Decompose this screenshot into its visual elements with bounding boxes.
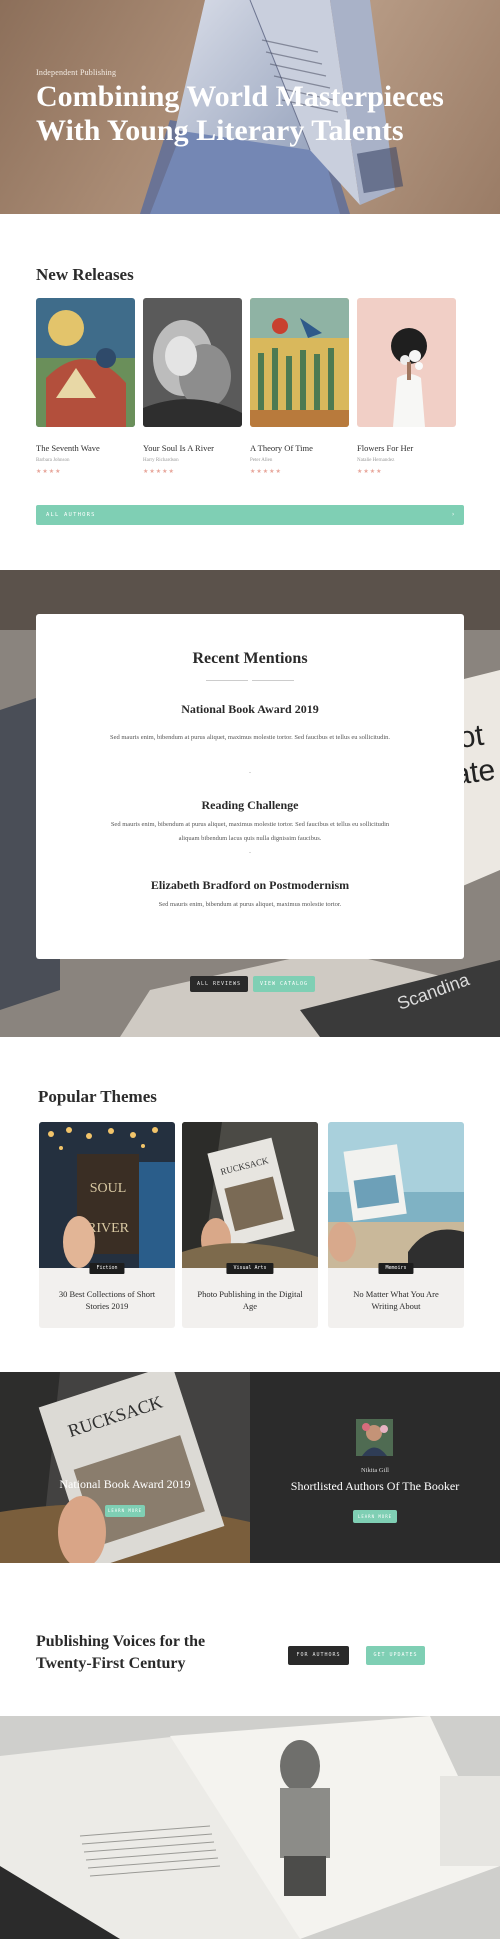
- category-tag[interactable]: Memoirs: [378, 1263, 414, 1274]
- title-divider: [206, 677, 294, 684]
- award-banner: RUCKSACK: [0, 1372, 250, 1563]
- reviewer-name: Nikita Gill: [361, 1467, 389, 1474]
- for-authors-button[interactable]: FOR AUTHORS: [288, 1646, 349, 1665]
- theme-title[interactable]: 30 Best Collections of Short Stories 201…: [51, 1288, 163, 1312]
- category-tag[interactable]: Visual Arts: [226, 1263, 274, 1274]
- all-authors-button[interactable]: ALL AUTHORS ›: [36, 505, 464, 525]
- rating-stars: ★★★★: [357, 469, 383, 475]
- book-title[interactable]: The Seventh Wave: [36, 443, 100, 453]
- theme-title[interactable]: Photo Publishing in the Digital Age: [194, 1288, 306, 1312]
- rating-stars: ★★★★★: [143, 469, 175, 475]
- book-author: Peter Allen: [250, 458, 273, 463]
- mention-heading[interactable]: Elizabeth Bradford on Postmodernism: [36, 878, 464, 893]
- book-author: Barbara Johnson: [36, 458, 70, 463]
- theme-card[interactable]: SOUL RIVER Fiction 30 Best Collections o…: [39, 1122, 175, 1328]
- theme-image[interactable]: [328, 1122, 464, 1268]
- cta-title: Publishing Voices for the Twenty-First C…: [36, 1633, 206, 1672]
- rating-stars: ★★★★★: [250, 469, 282, 475]
- book-cover-image[interactable]: [36, 298, 135, 427]
- all-authors-label: ALL AUTHORS: [46, 512, 96, 518]
- new-releases-title: New Releases: [36, 265, 134, 284]
- mention-heading[interactable]: National Book Award 2019: [36, 702, 464, 717]
- avatar: [356, 1419, 393, 1456]
- book-card[interactable]: Your Soul Is A River Harry Richardson ★★…: [143, 298, 242, 475]
- mentions-title: Recent Mentions: [192, 650, 308, 667]
- theme-title[interactable]: No Matter What You Are Writing About: [340, 1288, 452, 1312]
- book-author: Harry Richardson: [143, 458, 179, 463]
- chevron-right-icon: ›: [451, 511, 456, 518]
- hero-title: Combining World Masterpieces With Young …: [36, 80, 444, 147]
- shortlist-title: Shortlisted Authors Of The Booker: [290, 1479, 460, 1493]
- theme-image[interactable]: RUCKSACK: [182, 1122, 318, 1268]
- mention-text: Sed mauris enim, bibendum at purus aliqu…: [110, 734, 390, 741]
- learn-more-button[interactable]: LEARN MORE: [353, 1510, 397, 1523]
- rucksack-book-photo: RUCKSACK: [0, 1372, 250, 1563]
- book-title[interactable]: A Theory Of Time: [250, 443, 313, 453]
- book-card[interactable]: A Theory Of Time Peter Allen ★★★★★: [250, 298, 349, 475]
- hero-eyebrow: Independent Publishing: [36, 68, 117, 77]
- view-catalog-button[interactable]: VIEW CATALOG: [253, 976, 315, 992]
- book-card[interactable]: The Seventh Wave Barbara Johnson ★★★★: [36, 298, 135, 475]
- rating-stars: ★★★★: [36, 469, 62, 475]
- book-cover-image[interactable]: [357, 298, 456, 427]
- magazine-photo: [0, 1716, 500, 1939]
- award-title: National Book Award 2019: [59, 1477, 191, 1491]
- hero-banner: Independent Publishing Combining World M…: [0, 0, 500, 214]
- mention-text: Sed mauris enim, bibendum at purus aliqu…: [158, 901, 342, 908]
- all-reviews-button[interactable]: ALL REVIEWS: [190, 976, 248, 992]
- popular-themes-title: Popular Themes: [38, 1087, 157, 1106]
- book-cover-image[interactable]: [143, 298, 242, 427]
- cover-word: SOUL: [90, 1181, 127, 1196]
- separator: -: [249, 850, 251, 856]
- theme-card[interactable]: Memoirs No Matter What You Are Writing A…: [328, 1122, 464, 1328]
- category-tag[interactable]: Fiction: [89, 1263, 125, 1274]
- book-card[interactable]: Flowers For Her Natalie Hernandez ★★★★: [357, 298, 456, 475]
- mention-heading[interactable]: Reading Challenge: [36, 798, 464, 813]
- book-title[interactable]: Flowers For Her: [357, 443, 413, 453]
- book-author: Natalie Hernandez: [357, 458, 395, 463]
- learn-more-button[interactable]: LEARN MORE: [105, 1505, 145, 1517]
- book-cover-image[interactable]: [250, 298, 349, 427]
- book-title[interactable]: Your Soul Is A River: [143, 443, 214, 453]
- theme-image[interactable]: SOUL RIVER: [39, 1122, 175, 1268]
- separator: -: [249, 770, 251, 776]
- theme-card[interactable]: RUCKSACK Visual Arts Photo Publishing in…: [182, 1122, 318, 1328]
- mention-text: Sed mauris enim, bibendum at purus aliqu…: [110, 821, 390, 842]
- mentions-card: Recent Mentions National Book Award 2019…: [36, 614, 464, 959]
- get-updates-button[interactable]: GET UPDATES: [366, 1646, 425, 1665]
